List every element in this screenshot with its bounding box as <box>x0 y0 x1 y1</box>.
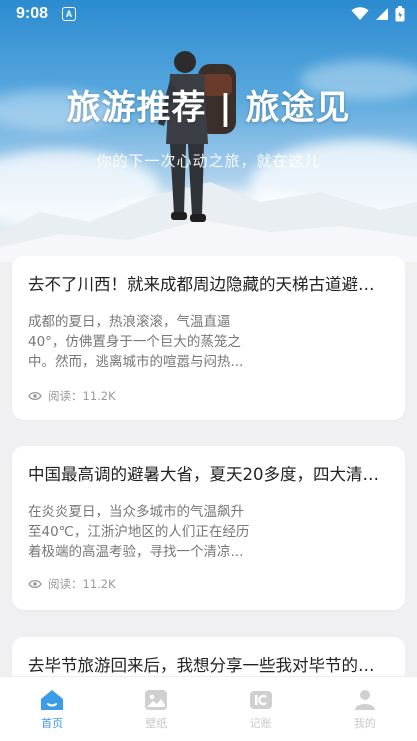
battery-icon <box>395 6 405 22</box>
nav-item-ledger[interactable]: 记账 <box>209 677 313 741</box>
article-excerpt: 成都的夏日，热浪滚滚，气温直逼40°，仿佛置身于一个巨大的蒸笼之中。然而，逃离城… <box>28 314 244 370</box>
signal-icon <box>376 8 388 20</box>
article-title: 中国最高调的避暑大省，夏天20多度，四大清凉... <box>28 465 389 484</box>
wifi-icon <box>351 7 369 20</box>
article-title: 去不了川西！就来成都周边隐藏的天梯古道避暑... <box>28 275 389 294</box>
nav-item-wallpaper[interactable]: 壁纸 <box>104 677 208 741</box>
hero-subtitle: 你的下一次心动之旅，就在这儿 <box>96 152 321 170</box>
hero-banner: 9:08 A 旅游推荐 | 旅途见 你的下一次心动之旅，就在这儿 <box>0 0 417 262</box>
hiker-image <box>158 51 236 222</box>
article-excerpt: 在炎炎夏日，当众多城市的气温飙升至40℃，江浙沪地区的人们正在经历着极端的高温考… <box>28 504 250 560</box>
article-title: 去毕节旅游回来后，我想分享一些我对毕节的看法 <box>28 656 389 675</box>
nav-label-home: 首页 <box>41 717 64 730</box>
eye-icon <box>28 391 42 401</box>
article-card[interactable]: 中国最高调的避暑大省，夏天20多度，四大清凉... 在炎炎夏日，当众多城市的气温… <box>12 446 405 610</box>
nav-label-profile: 我的 <box>353 717 376 730</box>
ledger-icon <box>249 691 272 709</box>
home-icon <box>41 690 64 710</box>
image-icon <box>145 690 168 710</box>
status-bar: 9:08 A <box>0 0 417 28</box>
nav-item-profile[interactable]: 我的 <box>313 677 417 741</box>
status-time: 9:08 <box>16 5 49 22</box>
notification-badge-icon: A <box>62 7 77 21</box>
article-meta: 阅读：11.2K <box>28 388 116 404</box>
nav-item-home[interactable]: 首页 <box>0 677 104 741</box>
nav-label-ledger: 记账 <box>249 717 272 730</box>
hero-title: 旅游推荐 | 旅途见 <box>66 88 351 128</box>
read-count: 阅读：11.2K <box>48 389 116 403</box>
eye-icon <box>28 579 42 589</box>
article-card[interactable]: 去不了川西！就来成都周边隐藏的天梯古道避暑... 成都的夏日，热浪滚滚，气温直逼… <box>12 256 405 420</box>
nav-label-wallpaper: 壁纸 <box>145 717 168 730</box>
person-icon <box>354 690 375 710</box>
article-meta: 阅读：11.2K <box>28 576 116 592</box>
bottom-navigation: 首页 壁纸 记账 我的 <box>0 676 417 741</box>
read-count: 阅读：11.2K <box>48 577 116 591</box>
